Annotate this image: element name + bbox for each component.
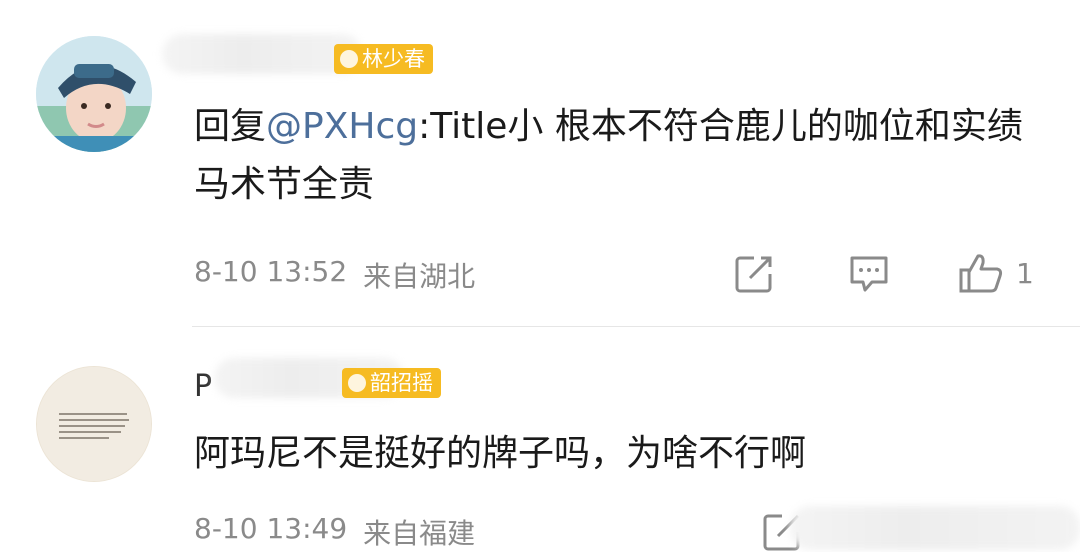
- avatar-image: [37, 367, 151, 481]
- comment-button[interactable]: [848, 254, 890, 294]
- username-row: P: [194, 366, 212, 406]
- comment-body: 阿玛尼不是挺好的牌子吗，为啥不行啊: [194, 433, 807, 474]
- comment-meta: 8-10 13:52 来自湖北: [194, 255, 475, 295]
- avatar-photo: [36, 36, 152, 152]
- mention-link[interactable]: @PXHcg: [266, 106, 418, 147]
- fan-badge[interactable]: 林少春: [334, 44, 433, 74]
- timestamp: 8-10 13:49: [194, 512, 348, 545]
- username[interactable]: P: [194, 369, 212, 404]
- badge-label: 林少春: [362, 47, 425, 71]
- comment-meta: 8-10 13:49 来自福建: [194, 512, 475, 552]
- badge-icon: [348, 374, 366, 392]
- comment-item: 林少春 回复@PXHcg:Title小 根本不符合鹿儿的咖位和实绩 马术节全责 …: [0, 0, 1080, 326]
- timestamp: 8-10 13:52: [194, 255, 348, 288]
- repost-button[interactable]: [734, 254, 774, 294]
- comment-text: 回复@PXHcg:Title小 根本不符合鹿儿的咖位和实绩 马术节全责: [194, 98, 1034, 214]
- username-mask: [162, 34, 362, 74]
- badge-icon: [340, 50, 358, 68]
- like-count: 1: [1016, 256, 1034, 290]
- actions-mask: [790, 506, 1080, 550]
- like-button[interactable]: 1: [958, 252, 1034, 294]
- reply-prefix: 回复: [194, 106, 267, 147]
- location: 来自福建: [363, 517, 476, 550]
- fan-badge[interactable]: 韶招摇: [342, 368, 441, 398]
- location: 来自湖北: [363, 260, 476, 293]
- badge-label: 韶招摇: [370, 371, 433, 395]
- share-edit-icon: [735, 256, 772, 293]
- thumbs-up-icon: [959, 254, 1003, 293]
- avatar[interactable]: [36, 36, 152, 152]
- avatar[interactable]: [36, 366, 152, 482]
- comment-text: 阿玛尼不是挺好的牌子吗，为啥不行啊: [194, 425, 1034, 483]
- comment-bubble-icon: [850, 256, 888, 292]
